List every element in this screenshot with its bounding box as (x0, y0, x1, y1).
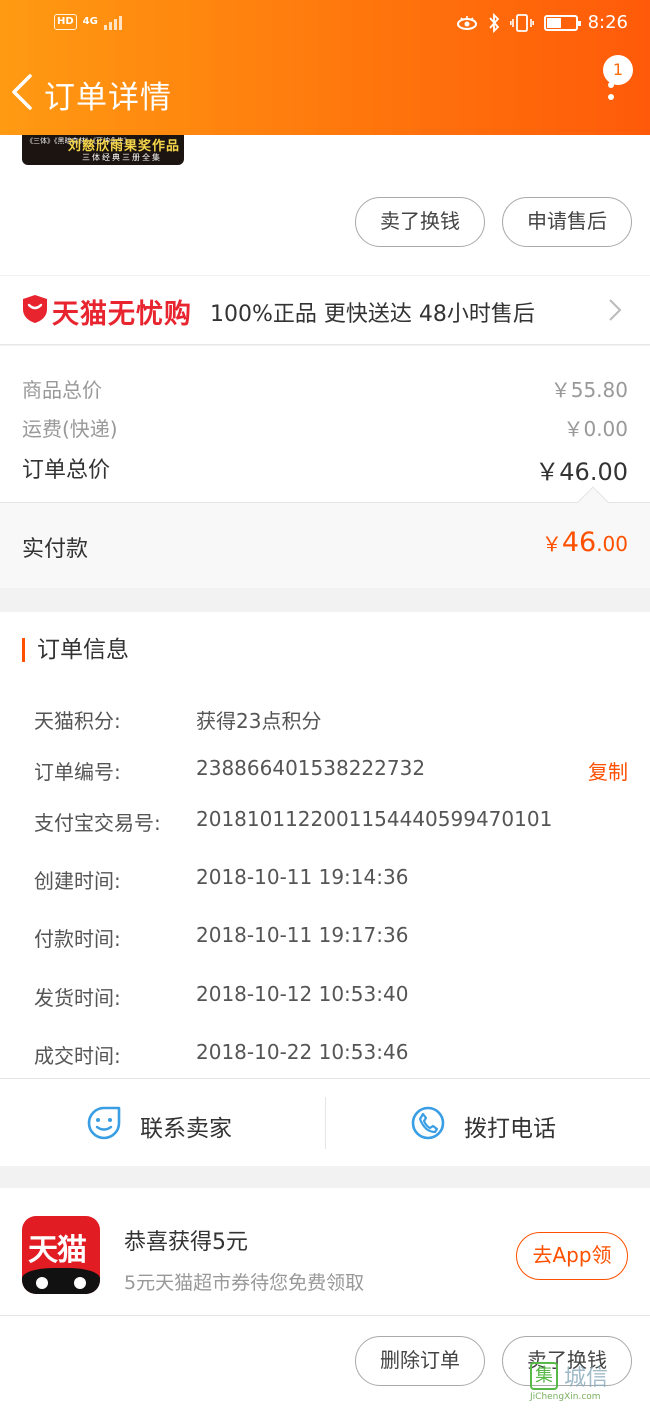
info-value: 2018-10-12 10:53:40 (196, 982, 409, 1006)
shipping-value: ￥0.00 (563, 417, 628, 441)
status-time: 8:26 (587, 12, 628, 33)
info-key: 支付宝交易号: (34, 811, 161, 835)
actual-payment-row: 实付款 ￥46.00 (0, 486, 650, 588)
tmall-app-icon: 天猫 (22, 1216, 100, 1294)
shipping-label: 运费(快递) (22, 417, 118, 441)
contact-seller-button[interactable]: 联系卖家 (0, 1079, 325, 1167)
eye-comfort-icon (456, 15, 477, 30)
app-icon-text: 天猫 (28, 1233, 87, 1268)
promo-subtitle: 5元天猫超市券待您免费领取 (124, 1272, 365, 1294)
claim-in-app-button[interactable]: 去App领 (516, 1232, 628, 1280)
info-value: 2018-10-22 10:53:46 (196, 1040, 409, 1064)
watermark-url: JiChengXin.com (530, 1392, 601, 1402)
promo-title: 恭喜获得5元 (124, 1230, 248, 1255)
product-thumbnail[interactable]: 《三体》《黑暗森林》《死神永生》 刘慈欣雨果奖作品 三体经典三册全集 (22, 135, 184, 165)
call-phone-label: 拨打电话 (464, 1116, 556, 1142)
info-key: 成交时间: (34, 1044, 121, 1068)
delete-order-button[interactable]: 删除订单 (355, 1336, 485, 1386)
more-options-icon[interactable] (608, 82, 618, 112)
tmall-guarantee-features: 100%正品 更快送达 48小时售后 (210, 302, 535, 327)
back-icon[interactable] (8, 72, 38, 112)
shipping-row: 运费(快递) ￥0.00 (22, 413, 628, 442)
call-phone-button[interactable]: 拨打电话 (326, 1079, 650, 1167)
battery-icon (543, 14, 581, 31)
info-key: 创建时间: (34, 869, 121, 893)
info-key: 发货时间: (34, 986, 121, 1010)
order-total-row: 订单总价 ￥46.00 (22, 452, 628, 486)
signal-icon (103, 14, 122, 30)
price-summary: 商品总价 ￥55.80 运费(快递) ￥0.00 订单总价 ￥46.00 (0, 346, 650, 502)
status-bar: HD 4G 8:26 (0, 10, 650, 40)
contact-seller-label: 联系卖家 (140, 1116, 232, 1142)
info-key: 付款时间: (34, 927, 121, 951)
app-header: HD 4G 8:26 订单详情 1 (0, 0, 650, 135)
watermark-text: 城信 (564, 1366, 609, 1391)
divider (0, 1315, 650, 1316)
apply-after-sale-button[interactable]: 申请售后 (502, 197, 632, 247)
page-title: 订单详情 (44, 80, 172, 116)
goods-total-value: ￥55.80 (550, 378, 628, 402)
tmall-shield-icon (23, 295, 47, 323)
thumb-line2: 三体经典三册全集 (82, 153, 162, 162)
tmall-cat-face (22, 1268, 100, 1294)
chevron-right-icon (609, 299, 622, 321)
info-value: 获得23点积分 (196, 709, 322, 733)
hd-indicator: HD (54, 14, 77, 30)
amount-integer: 46 (561, 527, 597, 558)
order-total-label: 订单总价 (22, 458, 111, 483)
notification-badge: 1 (603, 55, 633, 85)
info-key: 订单编号: (34, 760, 121, 784)
chat-smile-icon (87, 1106, 121, 1140)
phone-icon (411, 1106, 445, 1140)
bluetooth-icon (488, 12, 499, 33)
goods-total-row: 商品总价 ￥55.80 (22, 374, 628, 403)
sell-for-cash-button[interactable]: 卖了换钱 (355, 197, 485, 247)
contact-bar: 联系卖家 拨打电话 (0, 1078, 650, 1166)
tmall-guarantee-row[interactable]: 天猫无忧购 100%正品 更快送达 48小时售后 (0, 275, 650, 345)
info-value[interactable]: 2388664015382227​32 (196, 756, 425, 780)
order-info-title: 订单信息 (22, 638, 129, 662)
actual-payment-label: 实付款 (22, 537, 89, 562)
copy-order-number-button[interactable]: 复制 (588, 756, 628, 785)
actual-payment-amount: ￥46.00 (542, 527, 628, 558)
amount-decimal: .00 (596, 532, 628, 556)
product-section: 《三体》《黑暗森林》《死神永生》 刘慈欣雨果奖作品 三体经典三册全集 卖了换钱 … (0, 135, 650, 345)
order-total-value: ￥46.00 (535, 458, 628, 486)
goods-total-label: 商品总价 (22, 378, 102, 402)
network-type: 4G (82, 16, 98, 27)
vibrate-icon (509, 13, 534, 32)
currency-symbol: ￥ (541, 532, 562, 556)
info-key: 天猫积分: (34, 709, 121, 733)
tmall-guarantee-brand: 天猫无忧购 (52, 299, 192, 330)
order-info-section: 订单信息 天猫积分: 获得23点积分 订单编号: 238866401538222… (0, 612, 650, 1166)
watermark-icon: 集 (530, 1362, 558, 1390)
watermark: 集 城信 JiChengXin.com (526, 1358, 646, 1406)
promo-section: 天猫 恭喜获得5元 5元天猫超市券待您免费领取 去App领 删除订单 卖了换钱 … (0, 1188, 650, 1408)
info-value: 2018-10-11 19:14:36 (196, 865, 409, 889)
info-value: 2018101122001154440599470101 (196, 807, 553, 831)
info-value: 2018-10-11 19:17:36 (196, 923, 409, 947)
